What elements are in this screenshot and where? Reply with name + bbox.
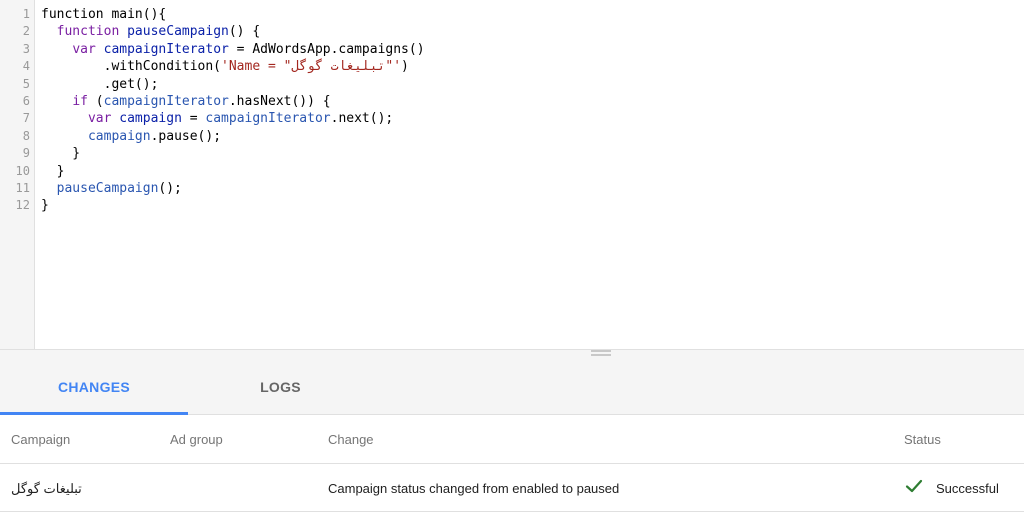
column-header-change[interactable]: Change — [328, 432, 374, 447]
code-token: .next(); — [330, 111, 394, 127]
check-icon — [905, 479, 923, 493]
column-header-status[interactable]: Status — [904, 432, 941, 447]
code-token: = — [181, 111, 206, 127]
code-editor[interactable]: 1 2 3 4 5 6 7 8 9 10 11 12 function main(){ functio… — [0, 0, 1024, 350]
changes-table: Campaign Ad group Change Status تبلیغات … — [0, 415, 1024, 512]
code-token: .pause(); — [150, 128, 222, 144]
cell-status: Successful — [936, 481, 999, 496]
tab-logs[interactable]: LOGS — [188, 358, 373, 414]
line-number: 9 — [22, 146, 30, 161]
code-token: campaignIterator — [103, 93, 229, 109]
code-token: campaign — [87, 128, 151, 144]
code-line[interactable]: var campaign = campaignIterator.next(); — [41, 110, 1016, 127]
tab-logs-label: LOGS — [260, 379, 301, 395]
code-token: 'Name = "تبلیغات گوگل"' — [221, 59, 402, 75]
line-number: 8 — [22, 128, 30, 143]
code-token: .hasNext()) { — [228, 93, 331, 109]
code-token: function — [41, 7, 104, 22]
code-token: function — [56, 24, 120, 40]
code-line[interactable]: } — [41, 163, 1016, 180]
code-line[interactable]: if (campaignIterator.hasNext()) { — [41, 93, 1016, 110]
line-number-gutter: 1 2 3 4 5 6 7 8 9 10 11 12 — [0, 0, 35, 349]
line-number: 1 — [22, 7, 30, 21]
line-number: 10 — [15, 163, 30, 178]
code-line[interactable]: var campaignIterator = AdWordsApp.campai… — [41, 41, 1016, 58]
code-token: campaignIterator — [95, 41, 229, 57]
code-token: (); — [158, 180, 182, 196]
cell-campaign: تبلیغات گوگل — [11, 481, 82, 496]
drag-handle-icon[interactable] — [591, 350, 611, 356]
code-line[interactable]: } — [41, 145, 1016, 162]
code-token: = AdWordsApp.campaigns() — [228, 41, 425, 57]
line-number: 3 — [22, 41, 30, 56]
line-number: 12 — [15, 198, 30, 213]
panel-resize-handle[interactable] — [0, 350, 1024, 358]
code-token: } — [41, 146, 81, 162]
code-token: if — [72, 93, 88, 109]
column-header-ad-group[interactable]: Ad group — [170, 432, 223, 447]
table-header-row: Campaign Ad group Change Status — [0, 415, 1024, 464]
code-token: main(){ — [103, 7, 167, 22]
code-line[interactable]: function pauseCampaign() { — [41, 23, 1016, 40]
code-token: ( — [87, 93, 104, 109]
line-number: 11 — [15, 180, 30, 195]
cell-change: Campaign status changed from enabled to … — [328, 481, 620, 496]
code-line[interactable]: } — [41, 197, 1016, 214]
code-token: campaignIterator — [205, 111, 331, 127]
line-number: 4 — [22, 59, 30, 74]
tab-changes-label: CHANGES — [57, 379, 131, 395]
code-token: var — [87, 111, 112, 127]
column-header-campaign[interactable]: Campaign — [11, 432, 70, 447]
tab-changes[interactable]: CHANGES — [0, 358, 188, 415]
code-token: } — [41, 198, 49, 214]
code-line[interactable]: campaign.pause(); — [41, 128, 1016, 145]
script-editor-app: 1 2 3 4 5 6 7 8 9 10 11 12 function main(){ functio… — [0, 0, 1024, 512]
code-token: ) — [401, 59, 409, 75]
results-tab-bar: CHANGES LOGS — [0, 358, 1024, 415]
code-token: .withCondition( — [41, 59, 222, 75]
code-area[interactable]: function main(){ function pauseCampaign(… — [41, 6, 1016, 342]
code-token: } — [41, 163, 65, 179]
line-number: 6 — [22, 93, 30, 108]
code-line[interactable]: .withCondition('Name = "تبلیغات گوگل"') — [41, 58, 1016, 75]
code-token: campaign — [111, 111, 182, 127]
code-token: pauseCampaign — [119, 24, 229, 40]
line-number: 7 — [22, 111, 30, 126]
code-line[interactable]: function main(){ — [41, 6, 1016, 23]
line-number: 5 — [22, 76, 30, 91]
line-number: 2 — [22, 24, 30, 39]
table-row[interactable]: تبلیغات گوگل Campaign status changed fro… — [0, 463, 1024, 512]
code-token: () { — [228, 24, 261, 40]
code-line[interactable]: pauseCampaign(); — [41, 180, 1016, 197]
code-token: pauseCampaign — [56, 180, 159, 196]
code-token: var — [72, 41, 96, 57]
code-line[interactable]: .get(); — [41, 76, 1016, 93]
code-token: .get(); — [41, 76, 159, 92]
